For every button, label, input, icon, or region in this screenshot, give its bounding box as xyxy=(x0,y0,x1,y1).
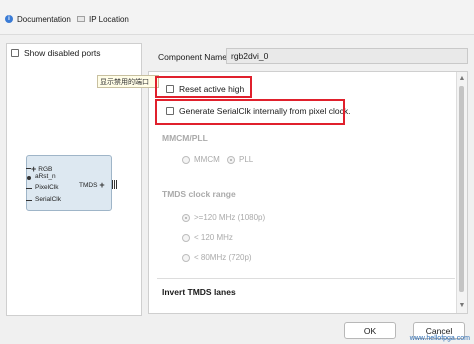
documentation-link[interactable]: i Documentation xyxy=(5,13,71,25)
tmds-bus-bar-1 xyxy=(112,180,113,189)
port-tmds-label: TMDS xyxy=(79,181,98,189)
folder-icon xyxy=(77,16,85,22)
range-radio-row-2[interactable]: < 80MHz (720p) xyxy=(182,253,252,262)
section-divider xyxy=(157,278,455,279)
tmds-bus-bar-2 xyxy=(114,180,115,189)
range-radio-row-1[interactable]: < 120 MHz xyxy=(182,233,233,242)
pll-radio[interactable] xyxy=(227,155,235,164)
mmcm-radio[interactable] xyxy=(182,155,190,164)
port-rgb-line xyxy=(26,168,31,169)
range-radio-0[interactable] xyxy=(182,213,190,222)
ok-button[interactable]: OK xyxy=(344,322,396,339)
range-radio-1[interactable] xyxy=(182,233,190,242)
tmds-clock-range-title: TMDS clock range xyxy=(162,189,236,199)
ip-location-link[interactable]: IP Location xyxy=(77,13,129,25)
vertical-scrollbar[interactable]: ▲ ▼ xyxy=(456,72,467,313)
mmcm-pll-title: MMCM/PLL xyxy=(162,133,208,143)
scroll-up-icon[interactable]: ▲ xyxy=(458,75,466,83)
documentation-label: Documentation xyxy=(17,14,71,24)
pll-radio-row[interactable]: PLL xyxy=(227,155,253,164)
port-rgb-label: RGB xyxy=(38,165,53,173)
component-name-value: rgb2dvi_0 xyxy=(231,51,269,61)
show-disabled-ports-label: Show disabled ports xyxy=(24,48,101,58)
show-disabled-ports-row[interactable]: Show disabled ports xyxy=(11,48,101,58)
expand-plus-icon: + xyxy=(99,180,105,190)
component-name-label: Component Name xyxy=(158,52,227,62)
port-pixelclk-line xyxy=(26,188,32,189)
highlight-box-reset xyxy=(155,76,252,98)
scrollbar-thumb[interactable] xyxy=(459,86,464,292)
port-serialclk: SerialClk xyxy=(35,196,61,203)
reset-port-dot xyxy=(27,176,31,180)
show-disabled-ports-checkbox[interactable] xyxy=(11,49,19,57)
port-pixelclk-label: PixelClk xyxy=(35,184,59,191)
top-toolbar xyxy=(0,0,474,35)
range-radio-label-1: < 120 MHz xyxy=(194,233,233,242)
port-arst: aRst_n xyxy=(35,173,56,180)
scroll-down-icon[interactable]: ▼ xyxy=(458,302,466,310)
port-pixelclk: PixelClk xyxy=(35,184,58,191)
tmds-bus-bar-3 xyxy=(116,180,117,189)
component-name-field[interactable]: rgb2dvi_0 xyxy=(226,48,468,64)
highlight-box-serialclk xyxy=(155,99,345,125)
pll-radio-label: PLL xyxy=(239,155,254,164)
port-serialclk-label: SerialClk xyxy=(35,196,62,203)
range-radio-2[interactable] xyxy=(182,253,190,262)
port-arst-label: aRst_n xyxy=(35,173,56,180)
info-icon: i xyxy=(5,15,13,23)
port-tmds: TMDS + xyxy=(79,180,105,190)
port-serialclk-line xyxy=(26,200,32,201)
mmcm-radio-row[interactable]: MMCM xyxy=(182,155,220,164)
tooltip: 显示禁用的端口 xyxy=(97,75,159,88)
invert-tmds-lanes-title: Invert TMDS lanes xyxy=(162,287,236,297)
range-radio-label-2: < 80MHz (720p) xyxy=(194,253,252,262)
range-radio-row-0[interactable]: >=120 MHz (1080p) xyxy=(182,213,265,222)
mmcm-radio-label: MMCM xyxy=(194,155,220,164)
watermark: www.hellofpga.com xyxy=(409,335,470,342)
range-radio-label-0: >=120 MHz (1080p) xyxy=(194,213,266,222)
ip-location-label: IP Location xyxy=(89,14,129,24)
